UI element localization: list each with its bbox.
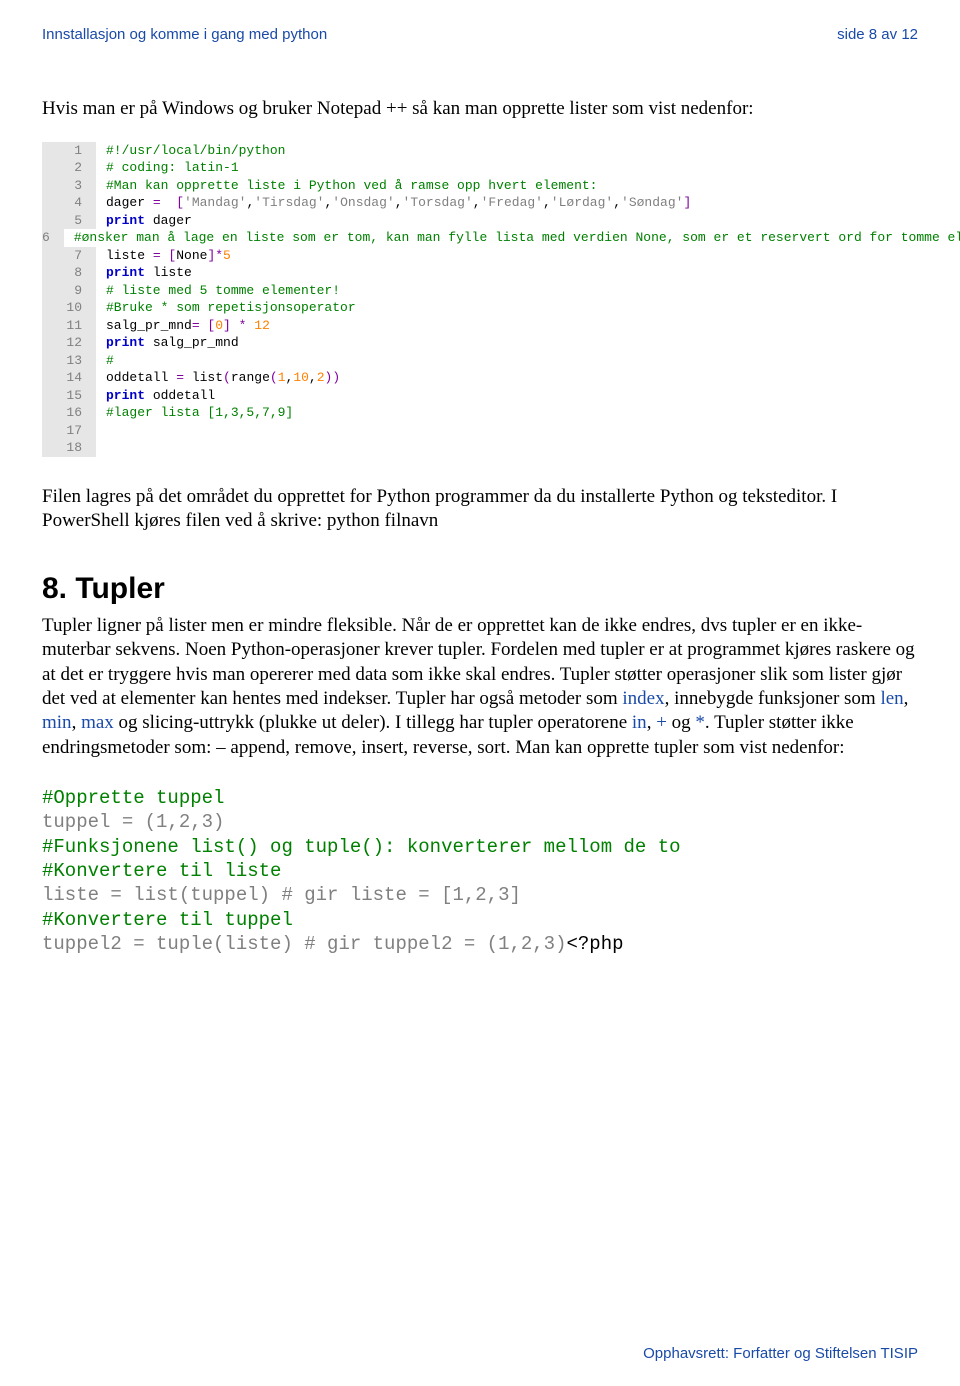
code-line: print salg_pr_mnd: [96, 335, 918, 350]
code-line: tuppel2 = tuple(liste) # gir tuppel2 = (…: [42, 932, 918, 956]
line-number: 10: [42, 299, 96, 317]
code-line: salg_pr_mnd= [0] * 12: [96, 318, 918, 333]
code-line: print dager: [96, 213, 918, 228]
line-number: 2: [42, 159, 96, 177]
code-row: 10#Bruke * som repetisjonsoperator: [42, 299, 918, 317]
code-row: 3#Man kan opprette liste i Python ved å …: [42, 177, 918, 195]
line-number: 16: [42, 404, 96, 422]
code-line: #Man kan opprette liste i Python ved å r…: [96, 178, 918, 193]
code-line: # liste med 5 tomme elementer!: [96, 283, 918, 298]
code-row: 6#ønsker man å lage en liste som er tom,…: [42, 229, 918, 247]
code-line: #: [96, 353, 918, 368]
line-number: 9: [42, 282, 96, 300]
code-line: tuppel = (1,2,3): [42, 810, 918, 834]
code-row: 14oddetall = list(range(1,10,2)): [42, 369, 918, 387]
line-number: 4: [42, 194, 96, 212]
code-row: 12print salg_pr_mnd: [42, 334, 918, 352]
inline-link[interactable]: index: [622, 688, 664, 709]
inline-link[interactable]: *: [695, 712, 705, 733]
code-line: #Konvertere til liste: [42, 859, 918, 883]
code-line: #ønsker man å lage en liste som er tom, …: [64, 230, 960, 245]
after-code-paragraph: Filen lagres på det området du opprettet…: [42, 485, 918, 534]
code-row: 5print dager: [42, 212, 918, 230]
line-number: 12: [42, 334, 96, 352]
line-number: 3: [42, 177, 96, 195]
header-right: side 8 av 12: [837, 26, 918, 43]
code-line: #Konvertere til tuppel: [42, 908, 918, 932]
line-number: 5: [42, 212, 96, 230]
line-number: 11: [42, 317, 96, 335]
page: Innstallasjon og komme i gang med python…: [0, 0, 960, 956]
section-heading-tupler: 8. Tupler: [42, 572, 918, 606]
code-line: print liste: [96, 265, 918, 280]
code-line: dager = ['Mandag','Tirsdag','Onsdag','To…: [96, 195, 918, 210]
code-line: #Opprette tuppel: [42, 786, 918, 810]
header-left: Innstallasjon og komme i gang med python: [42, 26, 327, 43]
inline-link[interactable]: max: [81, 712, 114, 733]
code-row: 17: [42, 422, 918, 440]
code-row: 18: [42, 439, 918, 457]
line-number: 18: [42, 439, 96, 457]
tupler-body-paragraph: Tupler ligner på lister men er mindre fl…: [42, 614, 918, 760]
code-line: oddetall = list(range(1,10,2)): [96, 370, 918, 385]
code-editor-screenshot: 1#!/usr/local/bin/python2# coding: latin…: [42, 142, 918, 457]
code-row: 2# coding: latin-1: [42, 159, 918, 177]
inline-link[interactable]: len: [880, 688, 903, 709]
code-line: liste = list(tuppel) # gir liste = [1,2,…: [42, 883, 918, 907]
code-row: 9# liste med 5 tomme elementer!: [42, 282, 918, 300]
code-line: # coding: latin-1: [96, 160, 918, 175]
code-line: #Bruke * som repetisjonsoperator: [96, 300, 918, 315]
code-line: #Funksjonene list() og tuple(): konverte…: [42, 835, 918, 859]
line-number: 17: [42, 422, 96, 440]
intro-paragraph: Hvis man er på Windows og bruker Notepad…: [42, 97, 918, 122]
code-row: 13#: [42, 352, 918, 370]
code-row: 1#!/usr/local/bin/python: [42, 142, 918, 160]
page-header: Innstallasjon og komme i gang med python…: [42, 26, 918, 43]
line-number: 7: [42, 247, 96, 265]
line-number: 1: [42, 142, 96, 160]
code-line: #lager lista [1,3,5,7,9]: [96, 405, 918, 420]
code-row: 8print liste: [42, 264, 918, 282]
line-number: 8: [42, 264, 96, 282]
code-line: liste = [None]*5: [96, 248, 918, 263]
code-row: 15print oddetall: [42, 387, 918, 405]
line-number: 14: [42, 369, 96, 387]
code-line: print oddetall: [96, 388, 918, 403]
inline-link[interactable]: in: [632, 712, 647, 733]
line-number: 15: [42, 387, 96, 405]
line-number: 6: [42, 229, 64, 247]
inline-link[interactable]: +: [656, 712, 667, 733]
code-row: 16#lager lista [1,3,5,7,9]: [42, 404, 918, 422]
code-block-tupler: #Opprette tuppeltuppel = (1,2,3) #Funksj…: [42, 786, 918, 956]
code-row: 4dager = ['Mandag','Tirsdag','Onsdag','T…: [42, 194, 918, 212]
code-line: #!/usr/local/bin/python: [96, 143, 918, 158]
page-footer: Opphavsrett: Forfatter og Stiftelsen TIS…: [643, 1345, 918, 1362]
code-row: 7liste = [None]*5: [42, 247, 918, 265]
code-row: 11salg_pr_mnd= [0] * 12: [42, 317, 918, 335]
line-number: 13: [42, 352, 96, 370]
inline-link[interactable]: min: [42, 712, 72, 733]
